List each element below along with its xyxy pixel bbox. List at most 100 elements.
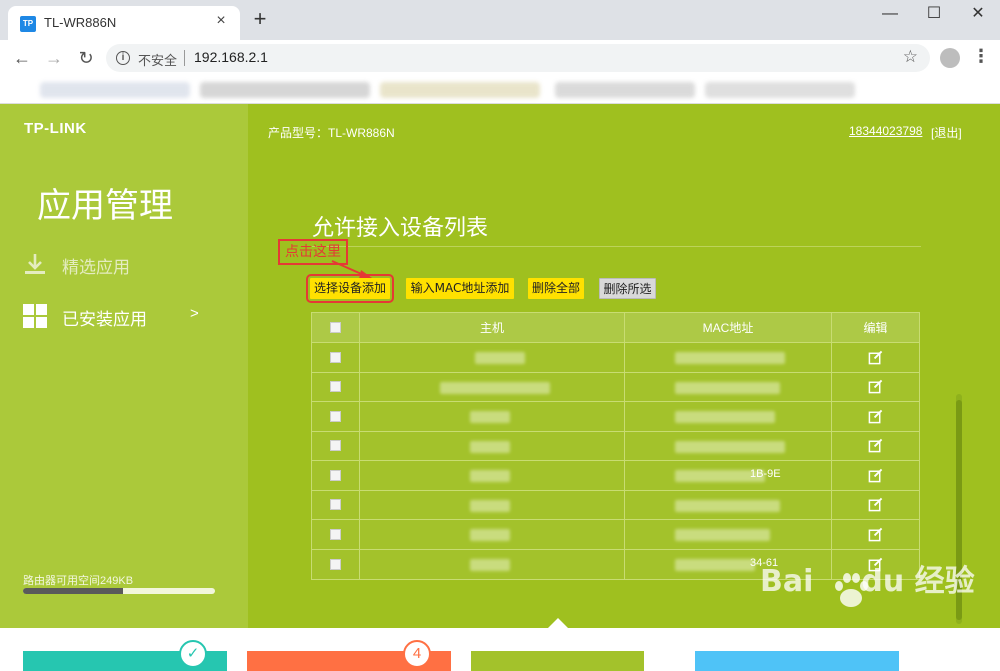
host-cell	[360, 549, 625, 579]
edit-cell	[832, 373, 919, 402]
redacted-host	[470, 499, 510, 512]
table-row[interactable]	[312, 431, 919, 461]
redacted-mac	[675, 411, 775, 423]
storage-progress-fill	[23, 588, 123, 594]
step-tab-3[interactable]	[471, 651, 644, 671]
edit-cell	[832, 461, 919, 490]
header-edit: 编辑	[863, 321, 888, 335]
profile-avatar-icon[interactable]	[940, 48, 960, 68]
sidebar-item-installed-apps[interactable]: 已安装应用 >	[0, 296, 248, 336]
storage-progress-bar	[23, 588, 215, 594]
redacted-mac	[675, 558, 755, 571]
watermark-brand-tail: du 经验	[861, 564, 975, 599]
bookmarks-bar	[0, 76, 1000, 104]
watermark-site: jingyan.baidu.com	[790, 628, 887, 642]
edit-icon[interactable]	[868, 468, 883, 483]
close-window-button[interactable]: ✕	[958, 2, 998, 26]
sidebar-item-label: 已安装应用	[62, 310, 147, 330]
account-link[interactable]: 18344023798	[849, 124, 922, 138]
table-header-row: 主机 MAC地址 编辑	[312, 313, 919, 343]
step-tab-4[interactable]	[695, 651, 899, 671]
edit-icon[interactable]	[868, 438, 883, 453]
mac-cell	[625, 402, 832, 431]
table-row[interactable]	[312, 490, 919, 520]
redacted-host	[470, 470, 510, 482]
back-arrow-icon[interactable]: ←	[10, 46, 34, 70]
redacted-host	[470, 558, 510, 571]
tab-close-icon[interactable]: ×	[212, 12, 230, 30]
row-checkbox-cell	[312, 461, 360, 490]
edit-icon[interactable]	[868, 409, 883, 424]
host-cell	[360, 402, 625, 431]
row-checkbox-cell	[312, 431, 360, 460]
logout-link[interactable]: [退出]	[931, 124, 962, 141]
sidebar-item-featured-apps[interactable]: 精选应用	[0, 244, 248, 284]
forward-arrow-icon[interactable]: →	[42, 46, 66, 70]
address-bar-row: ← → ↻ i 不安全 192.168.2.1 ☆ ⋮	[0, 40, 1000, 76]
table-row[interactable]	[312, 402, 919, 432]
row-checkbox[interactable]	[330, 410, 341, 422]
host-cell	[360, 343, 625, 372]
table-row[interactable]	[312, 343, 919, 373]
bookmark-item[interactable]	[200, 82, 370, 98]
edit-icon[interactable]	[868, 527, 883, 542]
row-checkbox-cell	[312, 490, 360, 519]
check-step-icon: ✓	[179, 640, 207, 668]
redacted-mac	[675, 440, 785, 453]
table-row[interactable]	[312, 372, 919, 402]
bookmark-star-icon[interactable]: ☆	[903, 47, 918, 67]
new-tab-button[interactable]: +	[250, 8, 270, 30]
browser-menu-icon[interactable]: ⋮	[972, 46, 990, 67]
header-host: 主机	[360, 313, 625, 342]
edit-icon[interactable]	[868, 379, 883, 394]
edit-cell	[832, 343, 919, 372]
mac-cell	[625, 372, 832, 401]
delete-all-button[interactable]: 删除全部	[528, 278, 584, 299]
row-checkbox[interactable]	[330, 499, 341, 511]
edit-icon[interactable]	[868, 497, 883, 512]
row-checkbox[interactable]	[330, 381, 341, 393]
table-row[interactable]: 1B-9E	[312, 461, 919, 491]
chevron-right-icon: >	[190, 305, 199, 322]
tab-title: TL-WR886N	[44, 15, 117, 30]
delete-selected-button[interactable]: 删除所选	[599, 278, 656, 299]
url-text[interactable]: 192.168.2.1	[194, 49, 268, 65]
app-management-title: 应用管理	[37, 186, 173, 226]
minimize-button[interactable]: —	[870, 2, 910, 26]
info-icon[interactable]: i	[116, 51, 130, 65]
mac-cell: 1B-9E	[625, 461, 832, 490]
browser-tab-bar: TP TL-WR886N × + — ☐ ✕	[0, 0, 1000, 40]
reload-icon[interactable]: ↻	[74, 46, 98, 70]
bottom-notch	[548, 618, 568, 628]
edit-icon[interactable]	[868, 350, 883, 365]
table-row[interactable]	[312, 520, 919, 550]
bookmark-item[interactable]	[555, 82, 695, 98]
row-checkbox[interactable]	[330, 469, 341, 481]
mac-partial-text: 1B-9E	[750, 468, 781, 480]
download-icon	[25, 254, 45, 274]
select-device-add-button[interactable]: 选择设备添加	[306, 274, 394, 303]
bookmark-item[interactable]	[705, 82, 855, 98]
table-body: 1B-9E 34-61	[312, 343, 919, 579]
sidebar-item-label: 精选应用	[62, 258, 130, 278]
mac-cell	[625, 431, 832, 460]
host-cell	[360, 490, 625, 519]
row-checkbox[interactable]	[330, 558, 341, 570]
row-checkbox[interactable]	[330, 528, 341, 540]
bookmark-item[interactable]	[40, 82, 190, 98]
title-divider	[312, 246, 921, 247]
select-all-checkbox[interactable]	[330, 322, 341, 333]
mac-address-add-button[interactable]: 输入MAC地址添加	[406, 278, 514, 299]
edit-cell	[832, 402, 919, 431]
browser-tab[interactable]: TP TL-WR886N ×	[8, 6, 240, 40]
redacted-mac	[675, 381, 780, 394]
row-checkbox[interactable]	[330, 440, 341, 452]
host-cell	[360, 461, 625, 490]
allowed-devices-table: 主机 MAC地址 编辑 1B-9E 34-61	[311, 312, 920, 580]
bookmark-item[interactable]	[380, 82, 540, 98]
row-checkbox-cell	[312, 402, 360, 431]
row-checkbox[interactable]	[330, 351, 341, 363]
host-cell	[360, 372, 625, 401]
omnibox[interactable]: i 不安全 192.168.2.1 ☆	[106, 44, 930, 72]
maximize-button[interactable]: ☐	[914, 2, 954, 26]
